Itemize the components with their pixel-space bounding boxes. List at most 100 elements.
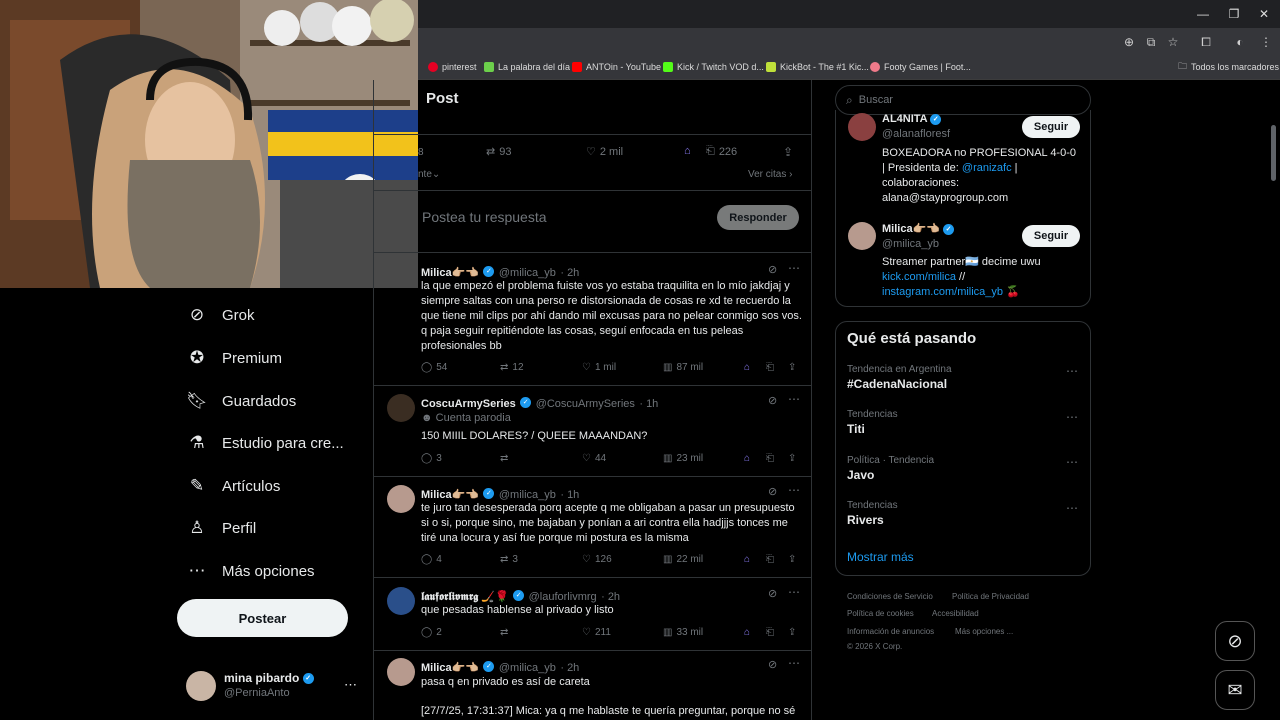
- avatar[interactable]: [387, 587, 415, 615]
- tweet-more-icon[interactable]: ⋯: [788, 585, 800, 599]
- trend-item[interactable]: Tendencia en Argentina #CadenaNacional: [847, 364, 952, 391]
- tweet-more-icon[interactable]: ⋯: [788, 656, 800, 670]
- grok-bookmark-icon[interactable]: ⌂: [744, 554, 750, 565]
- bookmark-icon[interactable]: ⎗: [766, 554, 774, 565]
- grok-icon[interactable]: ⊘: [768, 587, 777, 600]
- all-bookmarks-folder[interactable]: 🗀 Todos los marcadores: [1178, 59, 1279, 75]
- reply-input[interactable]: Postea tu respuesta: [422, 209, 547, 225]
- repost-button[interactable]: ⇄ 93: [486, 145, 511, 159]
- messages-fab-icon[interactable]: ✉: [1215, 670, 1255, 710]
- bio-mention-link[interactable]: @ranizafc: [962, 162, 1012, 174]
- tweet-author-name[interactable]: CoscuArmySeries: [421, 398, 516, 410]
- avatar[interactable]: [387, 485, 415, 513]
- repost-button[interactable]: ⇄ 3: [500, 554, 518, 565]
- share-icon[interactable]: ⇪: [788, 362, 796, 373]
- share-icon[interactable]: ⇪: [788, 554, 796, 565]
- zoom-icon[interactable]: ⊕: [1121, 34, 1137, 50]
- tweet-author-handle[interactable]: @lauforlivmrg: [529, 591, 597, 603]
- nav-item-grok[interactable]: ⊘ Grok: [186, 300, 255, 330]
- trend-item[interactable]: Política · Tendencia Javo: [847, 455, 934, 482]
- reply-button[interactable]: ◯ 4: [421, 554, 442, 565]
- reply-button[interactable]: ◯ 2: [421, 627, 442, 638]
- trend-item[interactable]: Tendencias Rivers: [847, 500, 898, 527]
- views-button[interactable]: ▥ 33 mil: [663, 627, 703, 638]
- nav-item-articles[interactable]: ✎ Artículos: [186, 471, 280, 501]
- show-more-link[interactable]: Mostrar más: [847, 550, 914, 564]
- reply-button[interactable]: ◯ 3: [421, 453, 442, 464]
- bio-link[interactable]: instagram.com/milica_yb: [882, 286, 1003, 298]
- bookmark-button[interactable]: ⎗ 226: [706, 145, 737, 158]
- tweet-author-handle[interactable]: @milica_yb: [499, 489, 556, 501]
- footer-link-accessibility[interactable]: Accesibilidad: [932, 609, 979, 618]
- tweet-author-name[interactable]: 𝖑𝖆𝖚𝖋𝖔𝖗𝖑𝖎𝖛𝖒𝖗𝖌 🏒🌹: [421, 591, 509, 603]
- tweet-author-handle[interactable]: @milica_yb: [499, 662, 556, 674]
- trend-more-icon[interactable]: ⋯: [1066, 501, 1078, 515]
- close-icon[interactable]: ✕: [1256, 6, 1272, 22]
- profile-name[interactable]: Milica👉🏼👈🏼 ✓: [882, 222, 955, 235]
- tweet-author-name[interactable]: Milica👉🏼👈🏼: [421, 662, 479, 674]
- bio-link[interactable]: kick.com/milica: [882, 271, 956, 283]
- bookmark-item[interactable]: ANTOin - YouTube: [572, 59, 661, 75]
- account-display-name[interactable]: mina pibardo ✓: [224, 671, 314, 685]
- like-button[interactable]: ♡ 126: [582, 554, 612, 565]
- trend-more-icon[interactable]: ⋯: [1066, 455, 1078, 469]
- footer-link-terms[interactable]: Condiciones de Servicio: [847, 592, 933, 601]
- share-icon[interactable]: ⇪: [783, 145, 793, 159]
- browser-menu-icon[interactable]: ⋮: [1258, 34, 1274, 50]
- profile-icon[interactable]: ◐: [1232, 34, 1248, 50]
- grok-icon[interactable]: ⊘: [768, 263, 777, 276]
- nav-item-more-options[interactable]: ⋯ Más opciones: [186, 556, 315, 586]
- tweet-author-name[interactable]: Milica👉🏼👈🏼: [421, 267, 479, 279]
- trend-more-icon[interactable]: ⋯: [1066, 410, 1078, 424]
- tweet-author-handle[interactable]: @CoscuArmySeries: [536, 398, 635, 410]
- nav-item-profile[interactable]: ♙ Perfil: [186, 513, 256, 543]
- footer-link-more[interactable]: Más opciones ...: [955, 627, 1013, 636]
- footer-link-privacy[interactable]: Política de Privacidad: [952, 592, 1029, 601]
- tweet-author-name[interactable]: Milica👉🏼👈🏼: [421, 489, 479, 501]
- restore-icon[interactable]: ❐: [1226, 6, 1242, 22]
- grok-bookmark-icon[interactable]: ⌂: [744, 627, 750, 638]
- footer-link-cookies[interactable]: Política de cookies: [847, 609, 914, 618]
- account-menu-icon[interactable]: ⋯: [344, 677, 357, 693]
- avatar[interactable]: [848, 113, 876, 141]
- tweet-time[interactable]: · 2h: [560, 267, 579, 279]
- share-icon[interactable]: ⇪: [788, 453, 796, 464]
- views-button[interactable]: ▥ 22 mil: [663, 554, 703, 565]
- post-button[interactable]: Postear: [177, 599, 348, 637]
- tweet-more-icon[interactable]: ⋯: [788, 483, 800, 497]
- tweet-author-handle[interactable]: @milica_yb: [499, 267, 556, 279]
- bookmark-item[interactable]: Kick / Twitch VOD d...: [663, 59, 764, 75]
- reply-button[interactable]: Responder: [717, 205, 799, 230]
- repost-button[interactable]: ⇄: [500, 453, 512, 464]
- bookmark-item[interactable]: La palabra del día: [484, 59, 570, 75]
- trend-item[interactable]: Tendencias Titi: [847, 409, 898, 436]
- bookmark-icon[interactable]: ⎗: [766, 362, 774, 373]
- follow-button[interactable]: Seguir: [1022, 116, 1080, 138]
- trend-more-icon[interactable]: ⋯: [1066, 364, 1078, 378]
- install-app-icon[interactable]: ⧉: [1143, 34, 1159, 50]
- like-button[interactable]: ♡ 2 mil: [586, 145, 623, 159]
- page-scrollbar[interactable]: [1271, 125, 1276, 181]
- views-button[interactable]: ▥ 23 mil: [663, 453, 703, 464]
- grok-icon[interactable]: ⊘: [768, 485, 777, 498]
- tweet-time[interactable]: · 2h: [560, 662, 579, 674]
- tweet-time[interactable]: · 1h: [639, 398, 658, 410]
- view-quotes-link[interactable]: Ver citas ›: [748, 169, 792, 180]
- avatar[interactable]: [848, 222, 876, 250]
- grok-bookmark-icon[interactable]: ⌂: [744, 453, 750, 464]
- minimize-icon[interactable]: —: [1195, 6, 1211, 22]
- grok-icon[interactable]: ⊘: [768, 394, 777, 407]
- repost-button[interactable]: ⇄: [500, 627, 512, 638]
- bookmark-item[interactable]: Footy Games | Foot...: [870, 59, 971, 75]
- nav-item-creator-studio[interactable]: ⚗ Estudio para cre...: [186, 428, 343, 458]
- grok-bookmark-icon[interactable]: ⌂: [744, 362, 750, 373]
- reply-count[interactable]: 8: [418, 147, 424, 158]
- nav-item-bookmarks[interactable]: 🔖︎ Guardados: [186, 386, 296, 416]
- tweet-time[interactable]: · 2h: [601, 591, 620, 603]
- views-button[interactable]: ▥ 87 mil: [663, 362, 703, 373]
- star-bookmark-icon[interactable]: ☆: [1165, 34, 1181, 50]
- profile-name[interactable]: AL4NITA ✓: [882, 113, 942, 125]
- bookmark-icon[interactable]: ⎗: [766, 627, 774, 638]
- follow-button[interactable]: Seguir: [1022, 225, 1080, 247]
- nav-item-premium[interactable]: ✪ Premium: [186, 343, 282, 373]
